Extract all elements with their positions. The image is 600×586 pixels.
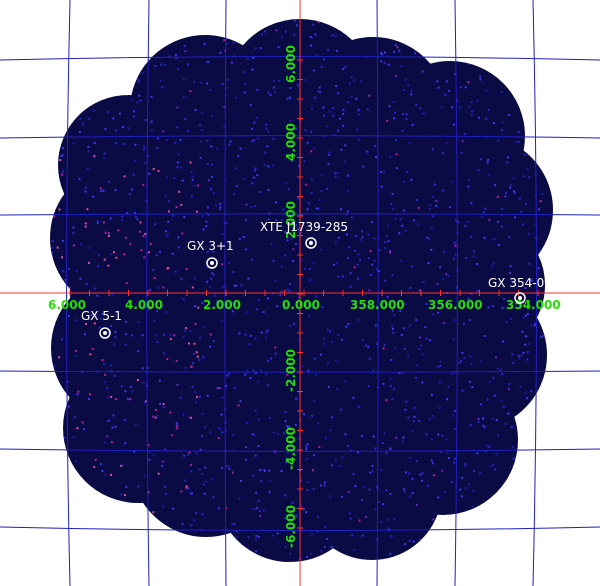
source-label: GX 3+1 <box>187 239 234 253</box>
lon-tick-label: 4.000 <box>125 298 163 312</box>
lon-tick-label: 356.000 <box>428 298 483 312</box>
lon-tick-label: 354.000 <box>506 298 561 312</box>
lon-tick-label: 0.000 <box>282 298 320 312</box>
source-dot <box>518 296 522 300</box>
lat-tick-label: -6.000 <box>284 505 298 548</box>
lat-tick-label: 4.000 <box>284 123 298 161</box>
center-axes <box>0 0 600 586</box>
source-label: XTE J1739-285 <box>260 220 348 234</box>
source-label: GX 5-1 <box>81 309 122 323</box>
lon-tick-label: 2.000 <box>203 298 241 312</box>
sky-map: 6.000 4.000 2.000 0.000 358.000 356.000 … <box>0 0 600 586</box>
lat-tick-label: -4.000 <box>284 427 298 470</box>
source-dot <box>103 331 107 335</box>
source-dot <box>210 261 214 265</box>
source-label: GX 354-0 <box>488 276 544 290</box>
source-dot <box>309 241 313 245</box>
lon-tick-label: 358.000 <box>350 298 405 312</box>
lat-tick-label: 6.000 <box>284 45 298 83</box>
lat-tick-label: -2.000 <box>284 349 298 392</box>
